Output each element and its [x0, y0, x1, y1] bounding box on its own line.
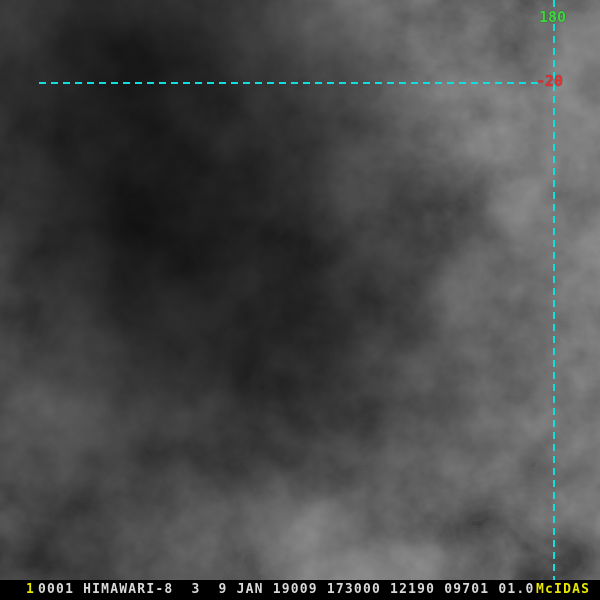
- longitude-label: 180: [539, 8, 567, 26]
- frame-number: 1: [26, 582, 36, 597]
- image-info-text: 0001 HIMAWARI-8 3 9 JAN 19009 173000 121…: [38, 582, 535, 597]
- mcidas-image-window: 180 -20 1 0001 HIMAWARI-8 3 9 JAN 19009 …: [0, 0, 600, 600]
- latitude-label: -20: [536, 72, 564, 90]
- graticule-latitude-line: [39, 82, 538, 84]
- status-bar: 1 0001 HIMAWARI-8 3 9 JAN 19009 173000 1…: [0, 580, 600, 600]
- satellite-image-canvas[interactable]: [0, 0, 600, 600]
- satellite-image-shading: [0, 0, 600, 600]
- mcidas-brand-label: McIDAS: [536, 582, 591, 597]
